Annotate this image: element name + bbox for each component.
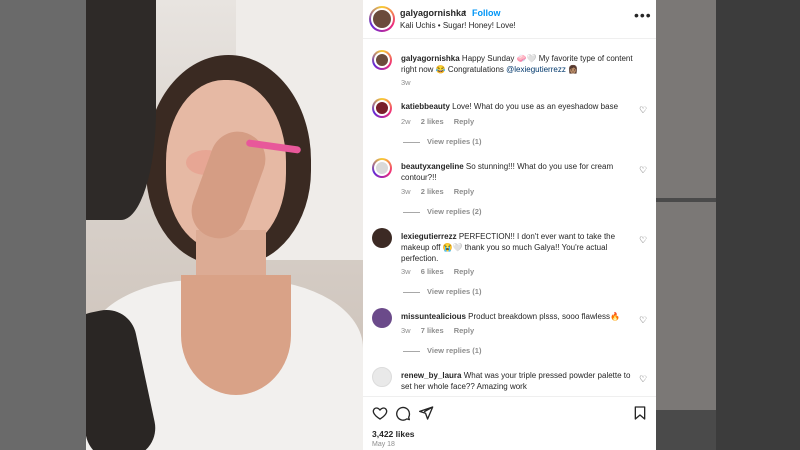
comment-text: missuntealicious Product breakdown plsss… <box>401 311 639 322</box>
backdrop-strip <box>716 0 800 450</box>
view-replies-label: View replies (2) <box>427 207 482 216</box>
share-icon[interactable] <box>418 405 434 421</box>
comment-likes[interactable]: 2 likes <box>421 187 444 196</box>
caption-text: galyagornishka Happy Sunday 🧼🤍 My favori… <box>401 53 639 75</box>
audio-track[interactable]: Kali Uchis • Sugar! Honey! Love! <box>400 21 516 30</box>
view-replies-button[interactable]: View replies (2) <box>403 207 481 216</box>
view-replies-label: View replies (1) <box>427 346 482 355</box>
backdrop-post-thumbnail <box>656 0 716 198</box>
replies-line <box>403 211 420 213</box>
comment-text: beautyxangeline So stunning!!! What do y… <box>401 161 639 183</box>
caption-emoji: 👩🏽 <box>565 65 579 74</box>
post-video[interactable] <box>86 0 363 450</box>
comment-username[interactable]: missuntealicious <box>401 312 466 321</box>
comment-username[interactable]: lexiegutierrezz <box>401 232 457 241</box>
comment-body: Love! What do you use as an eyeshadow ba… <box>452 102 619 111</box>
replies-line <box>403 291 420 293</box>
caption-username[interactable]: galyagornishka <box>401 54 460 63</box>
comment-avatar[interactable] <box>372 367 392 387</box>
author-avatar[interactable] <box>369 6 395 32</box>
comment-likes[interactable]: 6 likes <box>421 267 444 276</box>
header-separator: • <box>463 7 467 17</box>
comment-icon[interactable] <box>395 405 411 421</box>
heart-icon[interactable]: ♡ <box>639 165 647 176</box>
comment-avatar[interactable] <box>372 98 392 118</box>
comment-username[interactable]: katiebbeauty <box>401 102 450 111</box>
heart-icon[interactable]: ♡ <box>639 315 647 326</box>
caption-avatar[interactable] <box>372 50 392 70</box>
bookmark-icon[interactable] <box>632 405 648 421</box>
comment-time: 2w <box>401 117 411 126</box>
post-date[interactable]: May 18 <box>372 441 395 448</box>
comment-avatar[interactable] <box>372 308 392 328</box>
comment-time: 3w <box>401 187 411 196</box>
comment-meta: 2w 2 likes Reply <box>401 117 482 126</box>
backdrop-left <box>0 0 86 450</box>
post-header: galyagornishka • Follow Kali Uchis • Sug… <box>363 0 656 39</box>
likes-count[interactable]: 3,422 likes <box>372 429 415 439</box>
post-actions: 3,422 likes May 18 <box>363 396 656 450</box>
comment-time: 3w <box>401 267 411 276</box>
heart-icon[interactable]: ♡ <box>639 105 647 116</box>
view-replies-label: View replies (1) <box>427 137 482 146</box>
like-icon[interactable] <box>372 405 388 421</box>
view-replies-button[interactable]: View replies (1) <box>403 137 481 146</box>
view-replies-label: View replies (1) <box>427 287 482 296</box>
author-username[interactable]: galyagornishka <box>400 8 466 18</box>
video-chest <box>181 275 291 395</box>
comment-meta: 3w 7 likes Reply <box>401 326 482 335</box>
comment-username[interactable]: renew_by_laura <box>401 371 461 380</box>
video-artist-hair <box>86 0 156 220</box>
comment-meta: 3w 6 likes Reply <box>401 267 482 276</box>
view-replies-button[interactable]: View replies (1) <box>403 287 481 296</box>
comment-text: lexiegutierrezz PERFECTION!! I don't eve… <box>401 231 639 264</box>
comment-likes[interactable]: 2 likes <box>421 117 444 126</box>
reply-button[interactable]: Reply <box>454 187 474 196</box>
reply-button[interactable]: Reply <box>454 326 474 335</box>
heart-icon[interactable]: ♡ <box>639 374 647 385</box>
follow-button[interactable]: Follow <box>472 8 501 18</box>
replies-line <box>403 141 420 143</box>
comment-avatar[interactable] <box>372 158 392 178</box>
comment-likes[interactable]: 7 likes <box>421 326 444 335</box>
replies-line <box>403 350 420 352</box>
reply-button[interactable]: Reply <box>454 267 474 276</box>
post-panel: galyagornishka • Follow Kali Uchis • Sug… <box>363 0 656 450</box>
comment-avatar[interactable] <box>372 228 392 248</box>
more-options-icon[interactable]: ••• <box>634 7 652 23</box>
comment-meta: 3w 2 likes Reply <box>401 187 482 196</box>
comments-list[interactable]: galyagornishka Happy Sunday 🧼🤍 My favori… <box>363 40 656 396</box>
comment-time: 3w <box>401 326 411 335</box>
comment-text: renew_by_laura What was your triple pres… <box>401 370 639 392</box>
caption-meta: 3w <box>401 78 419 87</box>
comment-username[interactable]: beautyxangeline <box>401 162 464 171</box>
reply-button[interactable]: Reply <box>454 117 474 126</box>
backdrop-post-thumbnail <box>656 202 716 410</box>
heart-icon[interactable]: ♡ <box>639 235 647 246</box>
view-replies-button[interactable]: View replies (1) <box>403 346 481 355</box>
caption-mention[interactable]: @lexiegutierrezz <box>506 65 566 74</box>
comment-body: Product breakdown plsss, sooo flawless🔥 <box>468 312 620 321</box>
caption-time: 3w <box>401 78 411 87</box>
comment-text: katiebbeauty Love! What do you use as an… <box>401 101 639 112</box>
